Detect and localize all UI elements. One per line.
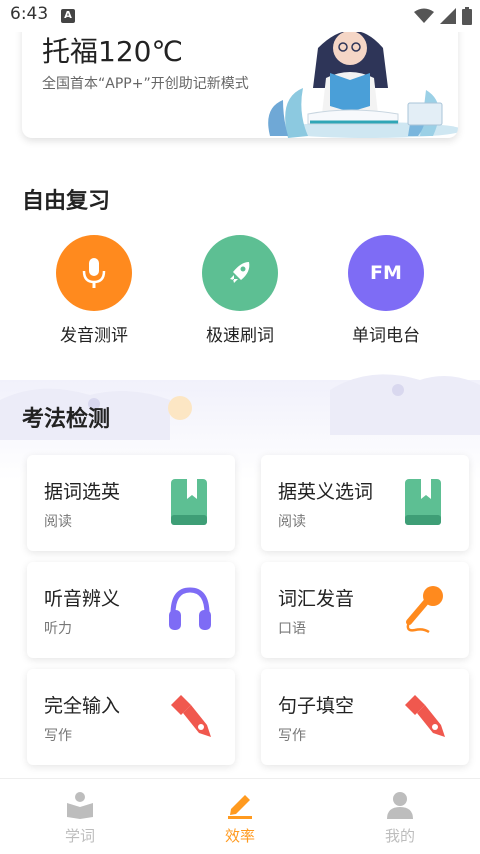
pen-nib-icon	[171, 695, 211, 737]
book-icon	[171, 479, 207, 525]
card-title: 词汇发音	[278, 588, 355, 610]
book-icon	[405, 479, 441, 525]
nav-label-efficiency: 效率	[224, 827, 255, 845]
quick-action-speed-drill[interactable]: 极速刷词	[180, 235, 300, 346]
test-card-sentence-fill[interactable]: 句子填空 写作	[261, 669, 469, 765]
speed-drill-circle[interactable]	[202, 235, 278, 311]
pen-nib-icon	[405, 695, 445, 737]
wifi-icon	[414, 8, 434, 23]
card-subtitle: 阅读	[278, 514, 306, 530]
quick-action-word-radio[interactable]: FM 单词电台	[326, 235, 446, 346]
test-card-pronunciation[interactable]: 词汇发音 口语	[261, 562, 469, 658]
nav-label-study: 学词	[64, 827, 95, 845]
word-radio-circle[interactable]: FM	[348, 235, 424, 311]
pronunciation-label: 发音测评	[60, 326, 128, 346]
review-section-title: 自由复习	[22, 189, 111, 214]
test-card-listening[interactable]: 听音辨义 听力	[27, 562, 235, 658]
card-title: 听音辨义	[44, 588, 121, 610]
card-subtitle: 写作	[278, 728, 306, 744]
fm-radio-icon: FM	[370, 262, 402, 284]
headphones-icon	[169, 587, 211, 630]
nav-tab-efficiency[interactable]: 效率	[160, 779, 320, 854]
study-book-icon	[67, 792, 93, 819]
nav-tab-study[interactable]: 学词	[0, 779, 160, 854]
rocket-icon	[230, 262, 250, 283]
card-subtitle: 口语	[278, 621, 306, 637]
card-subtitle: 阅读	[44, 514, 72, 530]
pronunciation-circle[interactable]	[56, 235, 132, 311]
battery-icon	[462, 7, 472, 25]
hero-title: 托福120℃	[42, 35, 183, 68]
card-subtitle: 写作	[44, 728, 72, 744]
status-time: 6:43	[10, 4, 49, 24]
bottom-navigation: 学词 效率 我的	[0, 778, 480, 854]
microphone-icon	[406, 586, 443, 634]
system-icons	[414, 6, 472, 26]
word-radio-label: 单词电台	[352, 326, 420, 346]
hero-subtitle: 全国首本“APP+”开创助记新模式	[42, 76, 249, 92]
quick-action-pronunciation[interactable]: 发音测评	[34, 235, 154, 346]
hero-banner[interactable]: 托福120℃ 全国首本“APP+”开创助记新模式	[22, 18, 458, 138]
card-title: 句子填空	[278, 695, 355, 717]
card-title: 据英义选词	[278, 481, 374, 503]
card-title: 据词选英	[44, 481, 121, 503]
test-card-full-input[interactable]: 完全输入 写作	[27, 669, 235, 765]
status-bar: 6:43 A	[0, 0, 480, 32]
microphone-icon	[82, 258, 106, 288]
speed-drill-label: 极速刷词	[206, 326, 274, 346]
test-card-meaning-to-word[interactable]: 据英义选词 阅读	[261, 455, 469, 551]
cell-signal-icon	[440, 8, 456, 24]
pencil-icon	[228, 795, 252, 819]
reading-girl-illustration	[268, 30, 458, 138]
nav-tab-me[interactable]: 我的	[320, 779, 480, 854]
nav-label-me: 我的	[384, 827, 415, 845]
test-card-word-to-english[interactable]: 据词选英 阅读	[27, 455, 235, 551]
card-subtitle: 听力	[44, 621, 72, 637]
card-title: 完全输入	[44, 695, 121, 717]
user-icon	[387, 792, 413, 819]
tests-section-title: 考法检测	[22, 407, 111, 432]
notification-app-icon: A	[61, 9, 75, 23]
